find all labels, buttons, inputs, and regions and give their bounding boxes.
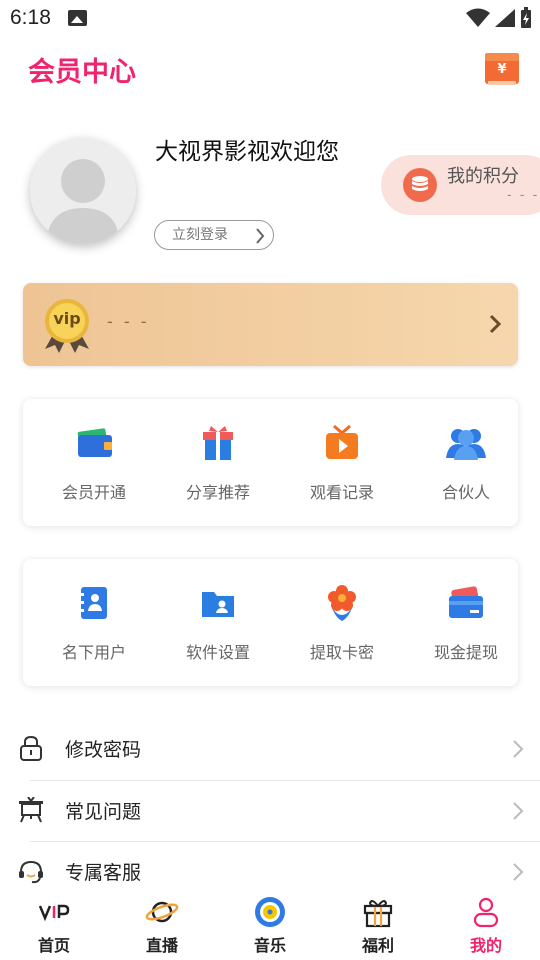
card-item-label: 软件设置 [185,643,250,662]
card-item-partner[interactable]: 合伙人 [404,399,528,526]
card-item-settings[interactable]: 软件设置 [156,559,280,686]
card-item-share[interactable]: 分享推荐 [156,399,280,526]
card-item-label: 观看记录 [309,483,374,502]
chevron-right-icon [489,314,502,334]
signal-icon [495,9,515,27]
card-item-history[interactable]: 观看记录 [280,399,404,526]
music-disc-icon [255,897,285,927]
wallet-yuan-symbol: ¥ [497,62,507,77]
wifi-icon [466,8,490,27]
chevron-right-icon [513,740,524,758]
tv-play-icon [326,424,358,459]
coins-icon [403,168,437,202]
menu-item-label: 专属客服 [65,862,142,884]
chevron-right-icon [256,228,265,244]
card-item-label: 名下用户 [61,643,126,662]
nav-label: 音乐 [253,936,286,955]
cards-icon [449,586,483,618]
status-bar: 6:18 [0,0,540,36]
vip-status-text: - - - [107,312,150,331]
card-item-extract-card[interactable]: 提取卡密 [280,559,404,686]
vip-logo-icon [38,904,70,922]
lock-icon [20,735,42,761]
menu-item-label: 常见问题 [65,801,142,823]
card-item-membership[interactable]: 会员开通 [32,399,156,526]
planet-icon [145,901,179,923]
nav-home[interactable]: 首页 [0,888,108,960]
flower-icon [328,585,356,621]
nav-music[interactable]: 音乐 [216,888,324,960]
services-card-primary: 会员开通 分享推荐 观看记录 合伙人 [23,399,518,526]
easel-icon [19,797,43,823]
avatar[interactable] [30,138,136,244]
card-item-label: 会员开通 [61,483,126,502]
wallet-icon [77,428,112,457]
vip-banner[interactable]: vip - - - [23,283,518,366]
services-card-secondary: 名下用户 软件设置 提取卡密 现金提现 [23,559,518,686]
default-avatar-icon [30,138,136,244]
points-value: - - - [507,188,540,203]
page-title: 会员中心 [28,57,136,88]
folder-user-icon [202,592,234,617]
status-icons [466,6,532,30]
welcome-text: 大视界影视欢迎您 [155,139,339,165]
nav-label: 直播 [145,936,178,955]
chevron-right-icon [513,863,524,881]
headset-icon [19,860,43,884]
menu-item-label: 修改密码 [65,739,142,761]
menu-item-change-password[interactable]: 修改密码 [0,718,540,779]
image-notification-icon [68,10,87,26]
nav-label: 福利 [361,936,394,955]
header: 会员中心 ¥ [0,36,540,102]
wallet-yuan-icon[interactable]: ¥ [484,50,520,86]
login-button-label: 立刻登录 [172,227,228,243]
login-button[interactable]: 立刻登录 [154,220,274,250]
status-time: 6:18 [10,6,51,29]
card-item-cash-withdraw[interactable]: 现金提现 [404,559,528,686]
nav-live[interactable]: 直播 [108,888,216,960]
card-item-my-users[interactable]: 名下用户 [32,559,156,686]
nav-label: 首页 [37,936,70,955]
gift-box-icon [203,426,233,460]
battery-icon [521,7,531,28]
menu-item-faq[interactable]: 常见问题 [0,780,540,841]
nav-label: 我的 [469,936,502,955]
vip-badge-text: vip [53,309,81,328]
points-label: 我的积分 [447,166,519,187]
users-icon [446,429,486,460]
bottom-nav: 首页 直播 音乐 福利 我的 [0,888,540,960]
contacts-book-icon [79,587,107,619]
gift-icon [363,900,393,928]
my-points-button[interactable]: 我的积分 - - - [381,155,540,215]
nav-mine[interactable]: 我的 [432,888,540,960]
chevron-right-icon [513,802,524,820]
person-icon [473,897,499,928]
card-item-label: 现金提现 [433,643,498,662]
nav-welfare[interactable]: 福利 [324,888,432,960]
vip-badge-icon: vip [41,297,93,353]
card-item-label: 分享推荐 [185,483,250,502]
card-item-label: 合伙人 [441,483,490,502]
card-item-label: 提取卡密 [309,643,374,662]
